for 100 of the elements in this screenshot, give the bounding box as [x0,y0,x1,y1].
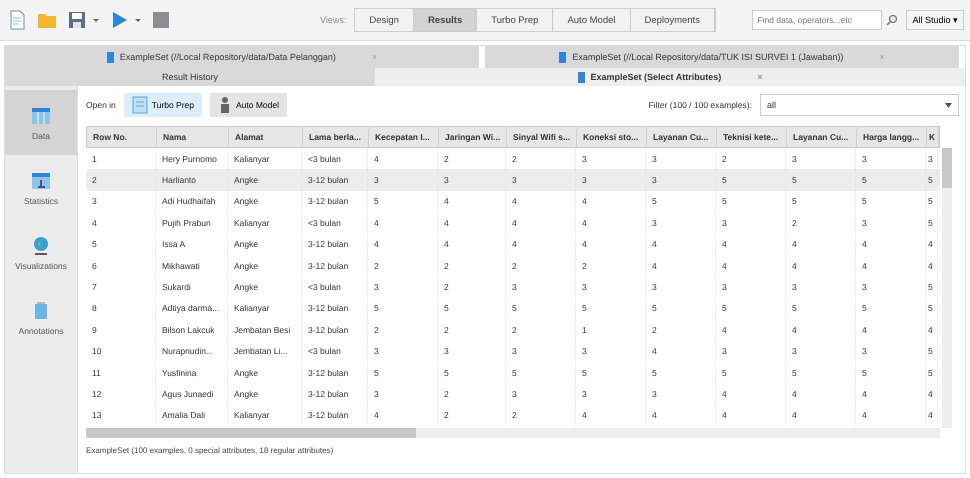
studio-menu[interactable]: All Studio ▾ [906,10,964,30]
table-row[interactable]: 13 Amalia Dali Kalianyar 3-12 bulan 4 2 2 4 4 4 4 4 4 [86,404,940,426]
table-cell: Pujih Prabun [156,212,228,234]
table-cell: 4 [786,254,856,276]
sidebar-item[interactable]: Visualizations [5,220,77,285]
table-cell: 4 [86,212,156,234]
table-row[interactable]: 5 Issa A Angke 3-12 bulan 4 4 4 4 4 4 4 4 4 [86,234,940,255]
table-cell: 3 [786,340,856,362]
column-header[interactable]: Harga langg... [857,127,927,147]
table-cell: Sukardi [156,276,228,298]
table-cell: 3 [856,276,926,298]
column-header[interactable]: Lama berla... [303,127,369,147]
table-cell: 3 [86,190,156,212]
sidebar-item[interactable]: Statistics [5,155,77,220]
perspective-tab[interactable]: Results [414,9,478,31]
column-header[interactable]: Kecepatan I... [369,127,439,147]
column-header[interactable]: Alamat [229,127,303,147]
table-cell: 2 [438,319,506,341]
table-cell: Kalianyar [228,212,302,234]
column-header[interactable]: K [927,127,939,147]
scroll-thumb[interactable] [86,428,416,438]
table-cell: Bilson Lakcuk [156,319,228,341]
table-cell: 5 [926,190,938,212]
table-cell: Adi Hudhaifah [156,190,228,212]
table-row[interactable]: 2 Harlianto Angke 3-12 bulan 3 3 3 3 3 5 5 5 5 [86,169,940,191]
table-cell: 5 [368,298,438,320]
column-header[interactable]: Jaringan Wi... [439,127,507,147]
table-cell: 4 [646,340,716,362]
table-row[interactable]: 9 Bilson Lakcuk Jembatan Besi 3-12 bulan 2 2 2 1 2 4 4 4 4 [86,319,940,341]
table-cell: 5 [926,212,938,234]
table-cell: 4 [368,212,438,234]
column-header[interactable]: Teknisi kete... [717,127,787,147]
table-cell: Angke [228,362,302,384]
table-cell: 3 [368,169,438,191]
table-cell: 5 [506,298,576,320]
table-cell: 3 [506,276,576,298]
table-row[interactable]: 7 Sukardi Angke <3 bulan 3 2 3 3 3 3 3 3 5 [86,276,940,298]
table-cell: Harlianto [156,169,228,191]
table-row[interactable]: 6 Mikhawati Angke 3-12 bulan 2 2 2 2 4 4 4 4 4 [86,254,940,276]
table-cell: 3 [576,340,646,362]
table-cell: 5 [856,362,926,384]
open-in-button[interactable]: Turbo Prep [124,93,202,117]
tab-label: ExampleSet (Select Attributes) [590,72,722,82]
table-cell: 4 [716,319,786,341]
table-cell: 3-12 bulan [302,362,368,384]
result-tab[interactable]: Result History [5,68,375,86]
table-cell: 5 [716,169,786,191]
horizontal-scrollbar[interactable] [86,428,940,438]
table-cell: 2 [438,404,506,426]
filter-dropdown[interactable]: all [760,94,959,116]
vertical-scrollbar[interactable] [942,148,952,428]
column-header[interactable]: Row No. [87,127,157,147]
table-cell: 2 [368,254,438,276]
stop-icon[interactable] [150,9,172,31]
sidebar-item[interactable]: Data [5,90,77,155]
table-cell: 3 [368,340,438,362]
table-cell: 5 [926,362,938,384]
table-cell: 1 [576,319,646,341]
column-header[interactable]: Layanan Cu... [787,127,857,147]
table-row[interactable]: 11 Yusfinina Angke 3-12 bulan 5 5 5 5 5 5 5 5 5 [86,362,940,384]
table-cell: 4 [716,383,786,405]
column-header[interactable]: Nama [157,127,229,147]
scroll-thumb[interactable] [942,148,952,188]
table-row[interactable]: 12 Agus Junaedi Angke 3-12 bulan 3 2 3 3 3 4 4 4 4 [86,383,940,405]
table-row[interactable]: 4 Pujih Prabun Kalianyar <3 bulan 4 4 4 4 3 3 2 3 5 [86,212,940,234]
table-cell: 3 [856,340,926,362]
table-row[interactable]: 3 Adi Hudhaifah Angke 3-12 bulan 5 4 4 4 5 5 5 5 5 [86,190,940,212]
status-text: ExampleSet (100 examples, 0 special attributes, 18 regular attributes) [86,446,334,456]
table-cell: 5 [856,169,926,191]
table-cell: 2 [438,383,506,405]
table-cell: 5 [786,169,856,191]
save-icon[interactable] [66,9,88,31]
table-cell: Nurapnudin... [156,340,228,362]
table-cell: 4 [576,212,646,234]
table-row[interactable]: 8 Adtiya darma... Kalianyar 3-12 bulan 5 5 5 5 5 5 5 5 5 [86,298,940,320]
search-field[interactable]: Find data, operators...etc [752,10,882,30]
table-cell: <3 bulan [302,276,368,298]
table-cell: 5 [716,190,786,212]
table-cell: 9 [86,319,156,341]
table-cell: 4 [646,404,716,426]
column-header[interactable]: Layanan Cu... [647,127,717,147]
table-cell: 5 [646,190,716,212]
table-cell: 3 [576,276,646,298]
table-cell: 5 [926,298,938,320]
table-cell: 3 [646,169,716,191]
column-header[interactable]: Koneksi sto... [577,127,647,147]
table-cell: 3-12 bulan [302,383,368,405]
table-cell: 4 [856,319,926,341]
table-cell: 4 [368,404,438,426]
table-row[interactable]: 10 Nurapnudin... Jembatan Li... <3 bulan 3 3 3 3 4 3 3 3 5 [86,340,940,362]
column-header[interactable]: Sinyal Wifi s... [507,127,577,147]
table-cell: 3 [856,212,926,234]
table-cell: 4 [786,383,856,405]
table-cell: Angke [228,276,302,298]
open-in-label: Open in [86,100,116,110]
sidebar-item[interactable]: Annotations [5,285,77,350]
table-cell: 4 [506,190,576,212]
table-cell: 4 [576,404,646,426]
open-in-button[interactable]: Auto Model [210,93,287,117]
views-label: Views: [320,15,346,25]
